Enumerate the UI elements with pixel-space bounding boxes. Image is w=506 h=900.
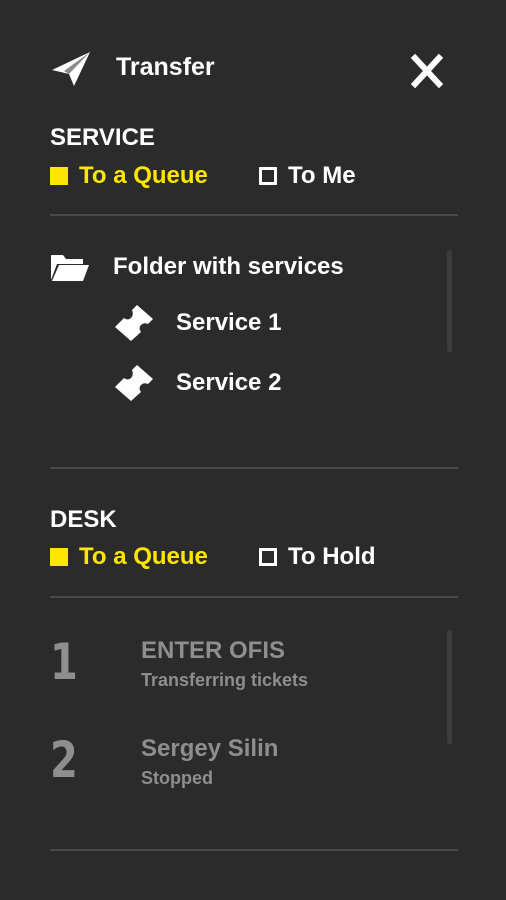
service-to-queue-option[interactable]: To a Queue bbox=[50, 161, 208, 191]
desk-name: Sergey Silin bbox=[141, 735, 279, 762]
desk-status: Transferring tickets bbox=[141, 670, 309, 690]
service-item[interactable]: Service 2 bbox=[113, 363, 281, 403]
divider bbox=[50, 596, 458, 598]
panel-title: Transfer bbox=[116, 53, 215, 81]
desk-heading: DESK bbox=[50, 506, 117, 533]
service-scrollbar[interactable] bbox=[447, 250, 452, 352]
desk-item[interactable]: 1 ENTER OFIS Transferring tickets bbox=[50, 632, 440, 696]
ticket-icon bbox=[115, 305, 153, 341]
service-label: Service 2 bbox=[176, 369, 282, 396]
desk-number: 2 bbox=[50, 731, 78, 789]
desk-status: Stopped bbox=[141, 768, 213, 788]
desk-item[interactable]: 2 Sergey Silin Stopped bbox=[50, 730, 440, 794]
paper-plane-icon bbox=[50, 50, 92, 88]
checkbox-empty-icon bbox=[259, 167, 277, 185]
service-item[interactable]: Service 1 bbox=[113, 303, 281, 343]
option-label: To Hold bbox=[288, 543, 376, 570]
desk-number: 1 bbox=[50, 633, 78, 691]
desk-name: ENTER OFIS bbox=[141, 637, 286, 664]
service-to-me-option[interactable]: To Me bbox=[259, 161, 356, 191]
checkbox-checked-icon bbox=[50, 167, 68, 185]
divider bbox=[50, 214, 458, 216]
close-button[interactable] bbox=[406, 52, 448, 90]
desk-scrollbar[interactable] bbox=[447, 630, 452, 744]
folder-label: Folder with services bbox=[113, 253, 344, 280]
checkbox-checked-icon bbox=[50, 548, 68, 566]
close-icon bbox=[410, 53, 444, 89]
divider bbox=[50, 467, 458, 469]
folder-item[interactable]: Folder with services bbox=[50, 250, 344, 284]
checkbox-empty-icon bbox=[259, 548, 277, 566]
option-label: To a Queue bbox=[79, 162, 208, 189]
option-label: To a Queue bbox=[79, 543, 208, 570]
service-heading: SERVICE bbox=[50, 124, 155, 151]
service-label: Service 1 bbox=[176, 309, 282, 336]
option-label: To Me bbox=[288, 162, 356, 189]
ticket-icon bbox=[115, 365, 153, 401]
desk-to-queue-option[interactable]: To a Queue bbox=[50, 542, 208, 572]
desk-to-hold-option[interactable]: To Hold bbox=[259, 542, 376, 572]
divider bbox=[50, 849, 458, 851]
folder-open-icon bbox=[51, 255, 89, 281]
